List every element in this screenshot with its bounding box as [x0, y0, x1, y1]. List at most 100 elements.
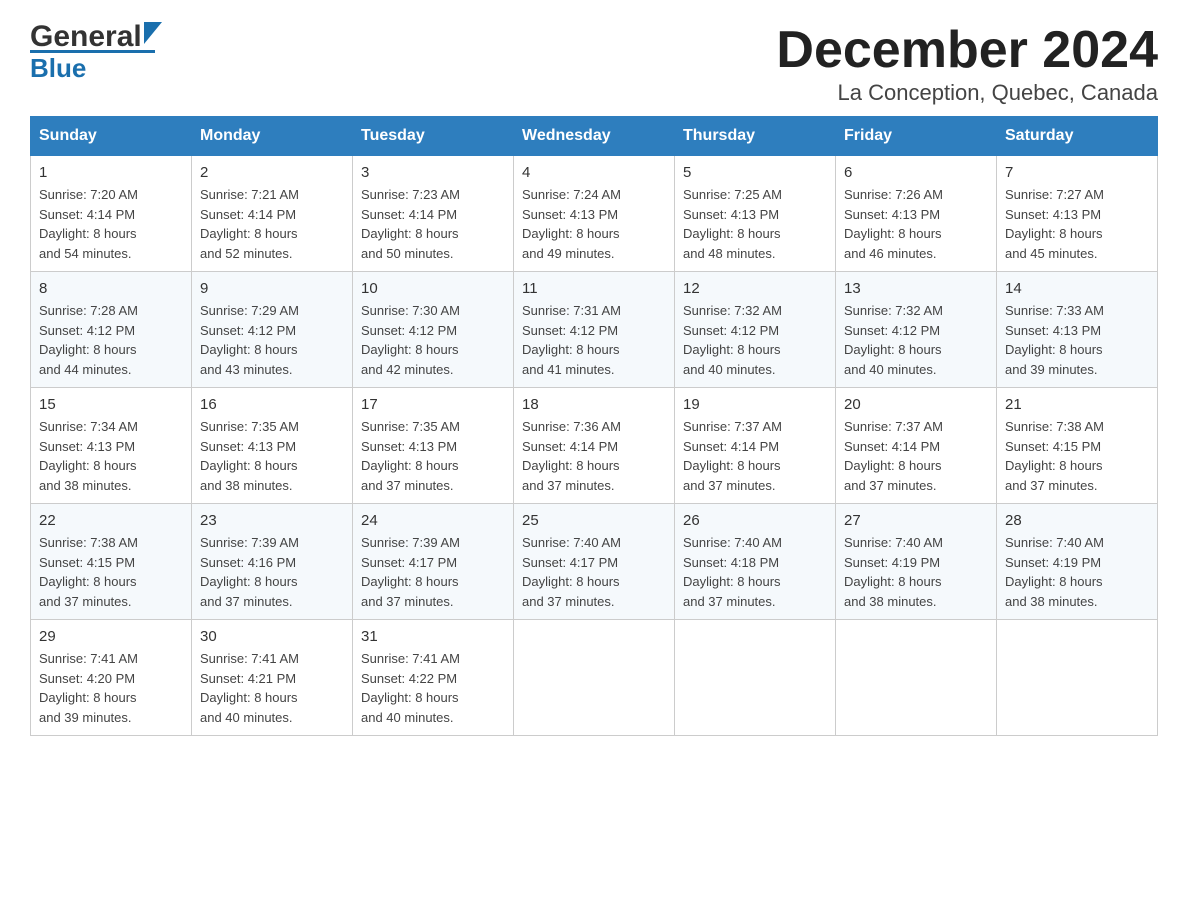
calendar-cell: 19 Sunrise: 7:37 AM Sunset: 4:14 PM Dayl…: [675, 388, 836, 504]
calendar-cell: 7 Sunrise: 7:27 AM Sunset: 4:13 PM Dayli…: [997, 156, 1158, 272]
day-info: Sunrise: 7:29 AM Sunset: 4:12 PM Dayligh…: [200, 301, 344, 379]
calendar-cell: [997, 620, 1158, 736]
day-number: 22: [39, 512, 183, 529]
day-info: Sunrise: 7:41 AM Sunset: 4:20 PM Dayligh…: [39, 649, 183, 727]
day-info: Sunrise: 7:21 AM Sunset: 4:14 PM Dayligh…: [200, 185, 344, 263]
day-info: Sunrise: 7:37 AM Sunset: 4:14 PM Dayligh…: [844, 417, 988, 495]
calendar-cell: 29 Sunrise: 7:41 AM Sunset: 4:20 PM Dayl…: [31, 620, 192, 736]
header-wednesday: Wednesday: [514, 117, 675, 156]
day-number: 9: [200, 280, 344, 297]
day-number: 30: [200, 628, 344, 645]
header-tuesday: Tuesday: [353, 117, 514, 156]
day-number: 2: [200, 164, 344, 181]
logo: General Blue: [30, 20, 162, 84]
day-number: 13: [844, 280, 988, 297]
day-number: 10: [361, 280, 505, 297]
calendar-cell: 10 Sunrise: 7:30 AM Sunset: 4:12 PM Dayl…: [353, 272, 514, 388]
page-title: December 2024: [776, 20, 1158, 80]
day-info: Sunrise: 7:31 AM Sunset: 4:12 PM Dayligh…: [522, 301, 666, 379]
calendar-cell: 8 Sunrise: 7:28 AM Sunset: 4:12 PM Dayli…: [31, 272, 192, 388]
calendar-header-row: SundayMondayTuesdayWednesdayThursdayFrid…: [31, 117, 1158, 156]
day-number: 31: [361, 628, 505, 645]
day-info: Sunrise: 7:40 AM Sunset: 4:19 PM Dayligh…: [844, 533, 988, 611]
calendar-cell: 16 Sunrise: 7:35 AM Sunset: 4:13 PM Dayl…: [192, 388, 353, 504]
calendar-cell: 26 Sunrise: 7:40 AM Sunset: 4:18 PM Dayl…: [675, 504, 836, 620]
day-info: Sunrise: 7:35 AM Sunset: 4:13 PM Dayligh…: [200, 417, 344, 495]
day-number: 26: [683, 512, 827, 529]
calendar-week-row: 29 Sunrise: 7:41 AM Sunset: 4:20 PM Dayl…: [31, 620, 1158, 736]
day-number: 27: [844, 512, 988, 529]
page-subtitle: La Conception, Quebec, Canada: [776, 80, 1158, 106]
calendar-cell: [836, 620, 997, 736]
logo-general-text: General: [30, 20, 142, 54]
day-number: 18: [522, 396, 666, 413]
day-number: 6: [844, 164, 988, 181]
day-info: Sunrise: 7:41 AM Sunset: 4:22 PM Dayligh…: [361, 649, 505, 727]
day-number: 4: [522, 164, 666, 181]
calendar-week-row: 15 Sunrise: 7:34 AM Sunset: 4:13 PM Dayl…: [31, 388, 1158, 504]
logo-triangle-icon: [144, 22, 162, 44]
header-friday: Friday: [836, 117, 997, 156]
day-info: Sunrise: 7:40 AM Sunset: 4:19 PM Dayligh…: [1005, 533, 1149, 611]
day-info: Sunrise: 7:35 AM Sunset: 4:13 PM Dayligh…: [361, 417, 505, 495]
day-number: 23: [200, 512, 344, 529]
calendar-cell: 17 Sunrise: 7:35 AM Sunset: 4:13 PM Dayl…: [353, 388, 514, 504]
calendar-cell: 25 Sunrise: 7:40 AM Sunset: 4:17 PM Dayl…: [514, 504, 675, 620]
calendar-week-row: 22 Sunrise: 7:38 AM Sunset: 4:15 PM Dayl…: [31, 504, 1158, 620]
header-sunday: Sunday: [31, 117, 192, 156]
day-info: Sunrise: 7:39 AM Sunset: 4:17 PM Dayligh…: [361, 533, 505, 611]
logo-blue-text: Blue: [30, 53, 86, 84]
day-info: Sunrise: 7:40 AM Sunset: 4:17 PM Dayligh…: [522, 533, 666, 611]
day-number: 21: [1005, 396, 1149, 413]
day-number: 14: [1005, 280, 1149, 297]
day-number: 3: [361, 164, 505, 181]
day-number: 11: [522, 280, 666, 297]
day-number: 17: [361, 396, 505, 413]
calendar-cell: [514, 620, 675, 736]
day-number: 25: [522, 512, 666, 529]
day-info: Sunrise: 7:38 AM Sunset: 4:15 PM Dayligh…: [39, 533, 183, 611]
day-number: 20: [844, 396, 988, 413]
day-info: Sunrise: 7:32 AM Sunset: 4:12 PM Dayligh…: [683, 301, 827, 379]
day-number: 8: [39, 280, 183, 297]
day-info: Sunrise: 7:40 AM Sunset: 4:18 PM Dayligh…: [683, 533, 827, 611]
calendar-cell: 6 Sunrise: 7:26 AM Sunset: 4:13 PM Dayli…: [836, 156, 997, 272]
day-number: 5: [683, 164, 827, 181]
day-info: Sunrise: 7:26 AM Sunset: 4:13 PM Dayligh…: [844, 185, 988, 263]
day-info: Sunrise: 7:24 AM Sunset: 4:13 PM Dayligh…: [522, 185, 666, 263]
calendar-cell: 5 Sunrise: 7:25 AM Sunset: 4:13 PM Dayli…: [675, 156, 836, 272]
day-number: 7: [1005, 164, 1149, 181]
header-thursday: Thursday: [675, 117, 836, 156]
calendar-cell: 20 Sunrise: 7:37 AM Sunset: 4:14 PM Dayl…: [836, 388, 997, 504]
day-info: Sunrise: 7:34 AM Sunset: 4:13 PM Dayligh…: [39, 417, 183, 495]
calendar-cell: 14 Sunrise: 7:33 AM Sunset: 4:13 PM Dayl…: [997, 272, 1158, 388]
calendar-cell: 12 Sunrise: 7:32 AM Sunset: 4:12 PM Dayl…: [675, 272, 836, 388]
day-info: Sunrise: 7:20 AM Sunset: 4:14 PM Dayligh…: [39, 185, 183, 263]
day-number: 12: [683, 280, 827, 297]
day-info: Sunrise: 7:38 AM Sunset: 4:15 PM Dayligh…: [1005, 417, 1149, 495]
day-number: 28: [1005, 512, 1149, 529]
page-header: General Blue December 2024 La Conception…: [30, 20, 1158, 106]
day-info: Sunrise: 7:32 AM Sunset: 4:12 PM Dayligh…: [844, 301, 988, 379]
calendar-week-row: 8 Sunrise: 7:28 AM Sunset: 4:12 PM Dayli…: [31, 272, 1158, 388]
day-info: Sunrise: 7:36 AM Sunset: 4:14 PM Dayligh…: [522, 417, 666, 495]
day-info: Sunrise: 7:41 AM Sunset: 4:21 PM Dayligh…: [200, 649, 344, 727]
calendar-cell: 28 Sunrise: 7:40 AM Sunset: 4:19 PM Dayl…: [997, 504, 1158, 620]
calendar-cell: 22 Sunrise: 7:38 AM Sunset: 4:15 PM Dayl…: [31, 504, 192, 620]
day-info: Sunrise: 7:27 AM Sunset: 4:13 PM Dayligh…: [1005, 185, 1149, 263]
calendar-cell: 9 Sunrise: 7:29 AM Sunset: 4:12 PM Dayli…: [192, 272, 353, 388]
day-info: Sunrise: 7:39 AM Sunset: 4:16 PM Dayligh…: [200, 533, 344, 611]
calendar-cell: 30 Sunrise: 7:41 AM Sunset: 4:21 PM Dayl…: [192, 620, 353, 736]
header-monday: Monday: [192, 117, 353, 156]
day-number: 16: [200, 396, 344, 413]
calendar-table: SundayMondayTuesdayWednesdayThursdayFrid…: [30, 116, 1158, 736]
calendar-cell: 15 Sunrise: 7:34 AM Sunset: 4:13 PM Dayl…: [31, 388, 192, 504]
calendar-cell: 21 Sunrise: 7:38 AM Sunset: 4:15 PM Dayl…: [997, 388, 1158, 504]
calendar-cell: 1 Sunrise: 7:20 AM Sunset: 4:14 PM Dayli…: [31, 156, 192, 272]
day-number: 29: [39, 628, 183, 645]
day-info: Sunrise: 7:33 AM Sunset: 4:13 PM Dayligh…: [1005, 301, 1149, 379]
calendar-cell: 4 Sunrise: 7:24 AM Sunset: 4:13 PM Dayli…: [514, 156, 675, 272]
calendar-cell: 23 Sunrise: 7:39 AM Sunset: 4:16 PM Dayl…: [192, 504, 353, 620]
calendar-cell: 18 Sunrise: 7:36 AM Sunset: 4:14 PM Dayl…: [514, 388, 675, 504]
day-number: 1: [39, 164, 183, 181]
